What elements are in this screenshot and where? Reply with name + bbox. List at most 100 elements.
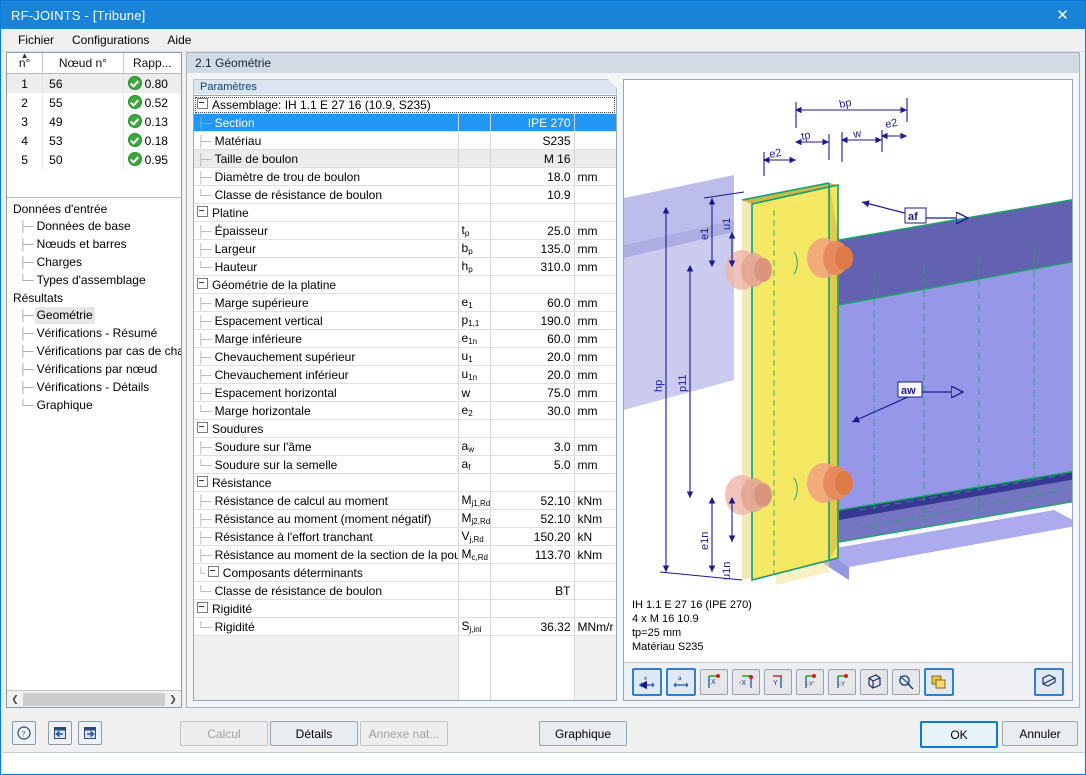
collapse-icon[interactable] [197,601,208,613]
param-row-hauteur[interactable]: └─ Hauteur hp 310.0 mm [194,257,616,276]
param-value[interactable]: 18.0 [490,167,575,186]
param-value[interactable]: IPE 270 [490,113,575,132]
parameters-table[interactable]: Assemblage: IH 1.1 E 27 16 (10.9, S235) … [193,95,617,701]
sidebar-item-verifications-details[interactable]: ├─ Vérifications - Détails [11,379,181,397]
param-value[interactable]: 3.0 [490,437,575,456]
sidebar-item-geometrie[interactable]: ├─ Geométrie [11,307,181,325]
table-row[interactable]: 3 49 0.13 [7,112,181,131]
node-col-node[interactable]: Nœud n° [42,53,124,74]
param-value[interactable]: M 16 [490,149,575,168]
scroll-left-icon[interactable]: ❮ [8,691,22,707]
param-group-soudures[interactable]: Soudures [194,419,616,438]
param-group-platine[interactable]: Platine [194,203,616,222]
param-value[interactable]: BT [490,581,575,600]
sidebar-item-types-dassemblage[interactable]: └─ Types d'assemblage [11,272,181,290]
previous-icon[interactable] [48,721,72,745]
view-minus-y2-button[interactable]: -Y' [796,668,824,695]
sidebar-item-verifications-par-noeud[interactable]: ├─ Vérifications par nœud [11,361,181,379]
table-row[interactable]: 2 55 0.52 [7,93,181,112]
tree-group-input[interactable]: Données d'entrée [11,201,181,218]
scroll-right-icon[interactable]: ❯ [166,691,180,707]
param-row-soudure-ame[interactable]: ├─ Soudure sur l'âme aw 3.0 mm [194,437,616,456]
sidebar-item-donnees-de-base[interactable]: ├─ Données de base [11,218,181,236]
param-row-diametre-de-trou[interactable]: ├─ Diamètre de trou de boulon 18.0 mm [194,167,616,186]
param-value[interactable]: 190.0 [490,311,575,330]
table-row[interactable]: 4 53 0.18 [7,131,181,150]
param-row-resistance-moment-negatif[interactable]: ├─ Résistance au moment (moment négatif) … [194,509,616,528]
collapse-icon[interactable] [197,475,208,487]
param-value[interactable]: S235 [490,131,575,150]
tab-geometrie[interactable]: 2.1 Géométrie [186,52,1080,73]
param-row-epaisseur[interactable]: ├─ Épaisseur tp 25.0 mm [194,221,616,240]
next-icon[interactable] [78,721,102,745]
dim-x-button[interactable]: x [632,667,662,696]
node-col-ratio[interactable]: Rapp... [123,53,181,74]
table-row[interactable]: 1 56 0.80 [7,73,181,93]
param-row-classe-resistance-boulon-bt[interactable]: └─ Classe de résistance de boulon BT [194,581,616,600]
param-row-resistance-effort-tranchant[interactable]: ├─ Résistance à l'effort tranchant Vj,Rd … [194,527,616,546]
param-value[interactable]: 113.70 [490,545,575,564]
param-value[interactable]: 60.0 [490,329,575,348]
param-row-materiau[interactable]: ├─ Matériau S235 [194,131,616,150]
param-value[interactable]: 52.10 [490,509,575,528]
graphique-button[interactable]: Graphique [539,721,627,746]
param-group-geometrie-platine[interactable]: Géométrie de la platine [194,275,616,294]
param-row-espacement-vertical[interactable]: ├─ Espacement vertical p1,1 190.0 mm [194,311,616,330]
isometric-button[interactable] [860,668,888,695]
param-row-root[interactable]: Assemblage: IH 1.1 E 27 16 (10.9, S235) [194,96,616,114]
param-value[interactable]: 150.20 [490,527,575,546]
param-value[interactable]: 310.0 [490,257,575,276]
sidebar-item-noeuds-et-barres[interactable]: ├─ Nœuds et barres [11,236,181,254]
param-value[interactable]: 75.0 [490,383,575,402]
param-row-soudure-semelle[interactable]: └─ Soudure sur la semelle af 5.0 mm [194,455,616,474]
sidebar-item-graphique[interactable]: └─ Graphique [11,397,181,415]
param-value[interactable]: 52.10 [490,491,575,510]
param-value[interactable]: 60.0 [490,293,575,312]
sidebar-item-verifications-resume[interactable]: ├─ Vérifications - Résumé [11,325,181,343]
ok-button[interactable]: OK [920,721,998,748]
param-row-marge-superieure[interactable]: ├─ Marge supérieure e1 60.0 mm [194,293,616,312]
render-mode-button[interactable] [924,667,954,696]
param-value[interactable]: 10.9 [490,185,575,204]
annexe-nationale-button[interactable]: Annexe nat... [360,721,448,746]
menu-item-fichier[interactable]: Fichier [9,31,63,49]
table-row[interactable]: 5 50 0.95 [7,150,181,169]
collapse-icon[interactable] [197,421,208,433]
param-value[interactable]: 135.0 [490,239,575,258]
param-value[interactable]: 20.0 [490,347,575,366]
cancel-button[interactable]: Annuler [1002,721,1078,746]
param-value[interactable]: 36.32 [490,617,575,636]
sidebar-item-verifications-par-cas-de-charge[interactable]: ├─Vérifications par cas de charge [11,343,181,361]
left-panel-horizontal-scrollbar[interactable]: ❮ ❯ [7,690,181,707]
param-row-resistance-calcul-moment[interactable]: ├─ Résistance de calcul au moment Mj1,Rd … [194,491,616,510]
tree-group-results[interactable]: Résultats [11,290,181,307]
param-row-largeur[interactable]: ├─ Largeur bp 135.0 mm [194,239,616,258]
view-y-button[interactable]: Y [764,668,792,695]
param-value[interactable]: 30.0 [490,401,575,420]
param-value[interactable]: 25.0 [490,221,575,240]
param-value[interactable]: 5.0 [490,455,575,474]
collapse-icon[interactable] [197,205,208,217]
joint-3d-view[interactable]: bp tp w e2 e2 hp p11 e1 e1n u1 u1n af aw [624,80,1072,660]
param-row-rigidite[interactable]: └─ Rigidité Sj,ini 36.32 MNm/r [194,617,616,636]
view-x-button[interactable]: X [700,668,728,695]
param-group-rigidite[interactable]: Rigidité [194,599,616,618]
param-row-classe-resistance-boulon[interactable]: └─ Classe de résistance de boulon 10.9 [194,185,616,204]
view-minus-y-button[interactable]: -Y [828,668,856,695]
view-minus-x-button[interactable]: -X [732,668,760,695]
zoom-all-button[interactable] [892,668,920,695]
scrollbar-thumb[interactable] [23,692,165,706]
param-row-taille-de-boulon[interactable]: ├─ Taille de boulon M 16 [194,149,616,168]
param-row-chevauchement-superieur[interactable]: ├─ Chevauchement supérieur u1 20.0 mm [194,347,616,366]
param-row-resistance-moment-section-poutre[interactable]: ├─ Résistance au moment de la section de … [194,545,616,564]
param-row-marge-inferieure[interactable]: ├─ Marge inférieure e1n 60.0 mm [194,329,616,348]
collapse-icon[interactable] [197,97,208,109]
print-button[interactable] [1034,667,1064,696]
param-group-resistance[interactable]: Résistance [194,473,616,492]
param-row-marge-horizontale[interactable]: └─ Marge horizontale e2 30.0 mm [194,401,616,420]
param-value[interactable]: 20.0 [490,365,575,384]
close-icon[interactable]: ✕ [1040,1,1085,29]
menu-item-configurations[interactable]: Configurations [63,31,158,49]
param-row-chevauchement-inferieur[interactable]: ├─ Chevauchement inférieur u1n 20.0 mm [194,365,616,384]
node-col-index[interactable]: ▲ n° [7,52,44,74]
